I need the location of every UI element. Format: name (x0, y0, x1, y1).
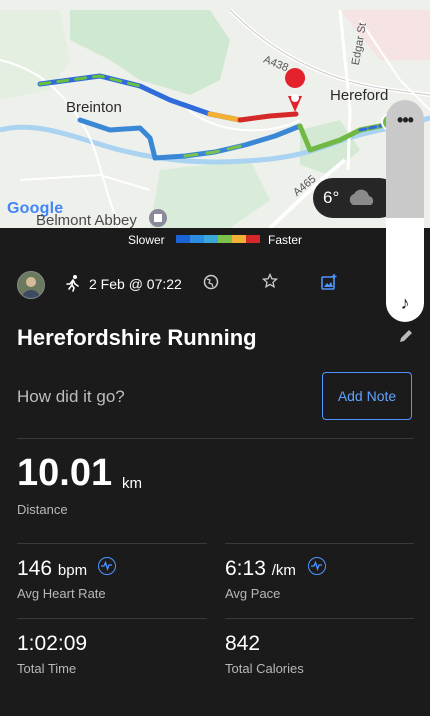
legend-faster-label: Faster (268, 233, 303, 247)
avg-heart-rate-value-group: 146 bpm (17, 557, 87, 581)
avg-pace-unit: /km (271, 562, 296, 579)
divider (17, 438, 414, 439)
activity-title: Herefordshire Running (17, 325, 257, 350)
pace-chart-icon[interactable] (308, 557, 326, 575)
heart-rate-chart-icon[interactable] (98, 557, 116, 575)
edit-pencil-icon[interactable] (398, 328, 414, 349)
add-photo-icon[interactable] (320, 273, 338, 296)
globe-icon[interactable] (203, 274, 219, 295)
avg-heart-rate-label: Avg Heart Rate (17, 586, 106, 601)
running-icon (64, 274, 82, 297)
distance-unit: km (122, 475, 142, 492)
legend-gradient-bar (176, 235, 260, 243)
activity-date: 2 Feb @ 07:22 (89, 276, 182, 292)
avatar[interactable] (17, 271, 45, 299)
activity-action-row: 2 Feb @ 07:22 (0, 264, 430, 304)
add-note-button[interactable]: Add Note (322, 372, 412, 420)
place-label-hereford: Hereford (330, 87, 389, 104)
total-time-label: Total Time (17, 661, 77, 676)
avatar-image (18, 272, 44, 298)
place-label-breinton: Breinton (66, 99, 122, 116)
divider (225, 618, 414, 619)
divider (17, 543, 207, 544)
distance-label: Distance (17, 502, 68, 517)
divider (17, 618, 207, 619)
avg-pace-label: Avg Pace (225, 586, 281, 601)
total-time-value: 1:02:09 (17, 632, 88, 655)
avg-pace-value-group: 6:13 /km (225, 557, 296, 581)
more-options-icon[interactable]: ••• (386, 110, 424, 131)
poi-label: Belmont Abbey (36, 212, 137, 228)
total-calories-label: Total Calories (225, 661, 304, 676)
how-did-it-go-prompt: How did it go? (17, 387, 125, 406)
pace-legend: Slower Faster (0, 232, 430, 250)
weather-temp: 6° (323, 188, 340, 207)
distance-value: 10.01 (17, 452, 113, 494)
avg-pace-value: 6:13 (225, 557, 266, 580)
star-icon[interactable] (261, 272, 279, 294)
legend-slower-label: Slower (128, 233, 165, 247)
avg-heart-rate-value: 146 (17, 557, 53, 580)
total-calories-value: 842 (225, 632, 261, 655)
cloud-icon (350, 189, 374, 205)
avg-heart-rate-unit: bpm (57, 562, 88, 579)
divider (225, 543, 414, 544)
